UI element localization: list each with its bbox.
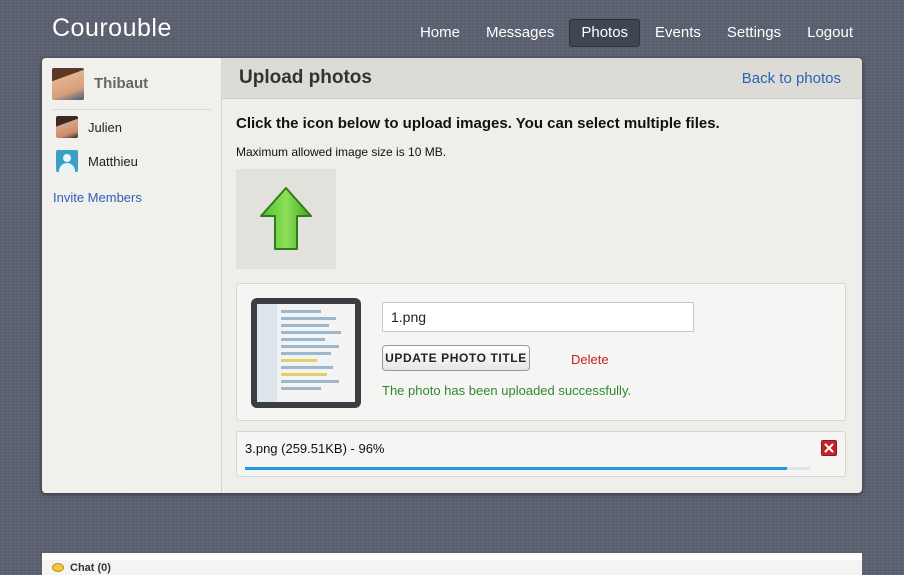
main-panel: Upload photos Back to photos Click the i… bbox=[222, 58, 862, 493]
upload-progress-label: 3.png (259.51KB) - 96% bbox=[245, 441, 385, 456]
photo-title-input[interactable] bbox=[382, 302, 694, 332]
invite-members-link[interactable]: Invite Members bbox=[53, 190, 221, 205]
nav-photos[interactable]: Photos bbox=[569, 19, 641, 47]
page-title: Upload photos bbox=[239, 67, 372, 88]
uploaded-photo-panel: UPDATE PHOTO TITLE Delete The photo has … bbox=[236, 283, 846, 421]
upload-success-message: The photo has been uploaded successfully… bbox=[382, 383, 632, 398]
content-card: Thibaut Julien Matthieu Invite Members U… bbox=[42, 58, 862, 493]
update-photo-title-button[interactable]: UPDATE PHOTO TITLE bbox=[382, 345, 530, 371]
avatar bbox=[52, 67, 84, 100]
max-size-note: Maximum allowed image size is 10 MB. bbox=[236, 145, 447, 159]
upload-progress-bar bbox=[245, 467, 810, 470]
upload-progress-panel: 3.png (259.51KB) - 96% bbox=[236, 431, 846, 477]
nav-events[interactable]: Events bbox=[644, 19, 712, 47]
chat-label: Chat (0) bbox=[70, 561, 111, 574]
back-to-photos-link[interactable]: Back to photos bbox=[742, 70, 841, 87]
photo-thumbnail[interactable] bbox=[251, 298, 361, 408]
sidebar: Thibaut Julien Matthieu Invite Members bbox=[42, 58, 222, 493]
member-matthieu[interactable]: Matthieu bbox=[56, 144, 221, 178]
current-user-name: Thibaut bbox=[94, 75, 149, 92]
nav-messages[interactable]: Messages bbox=[475, 19, 565, 47]
chat-bubble-icon bbox=[52, 563, 64, 572]
member-julien[interactable]: Julien bbox=[56, 110, 221, 144]
delete-photo-link[interactable]: Delete bbox=[571, 352, 609, 367]
upload-progress-fill bbox=[245, 467, 788, 470]
nav-settings[interactable]: Settings bbox=[716, 19, 792, 47]
upload-button[interactable] bbox=[236, 169, 336, 269]
main-header: Upload photos Back to photos bbox=[222, 58, 862, 99]
member-name: Julien bbox=[88, 119, 122, 135]
chat-bar[interactable]: Chat (0) bbox=[42, 553, 862, 575]
nav-home[interactable]: Home bbox=[409, 19, 471, 47]
avatar bbox=[56, 116, 78, 138]
member-name: Matthieu bbox=[88, 153, 138, 169]
current-user[interactable]: Thibaut bbox=[52, 58, 211, 110]
brand-logo[interactable]: Courouble bbox=[52, 14, 172, 43]
close-icon bbox=[824, 443, 834, 453]
top-nav: Home Messages Photos Events Settings Log… bbox=[409, 19, 864, 47]
nav-logout[interactable]: Logout bbox=[796, 19, 864, 47]
cancel-upload-button[interactable] bbox=[821, 440, 837, 456]
default-user-icon bbox=[56, 150, 78, 172]
green-up-arrow-icon bbox=[260, 187, 312, 250]
upload-instructions: Click the icon below to upload images. Y… bbox=[236, 115, 720, 132]
